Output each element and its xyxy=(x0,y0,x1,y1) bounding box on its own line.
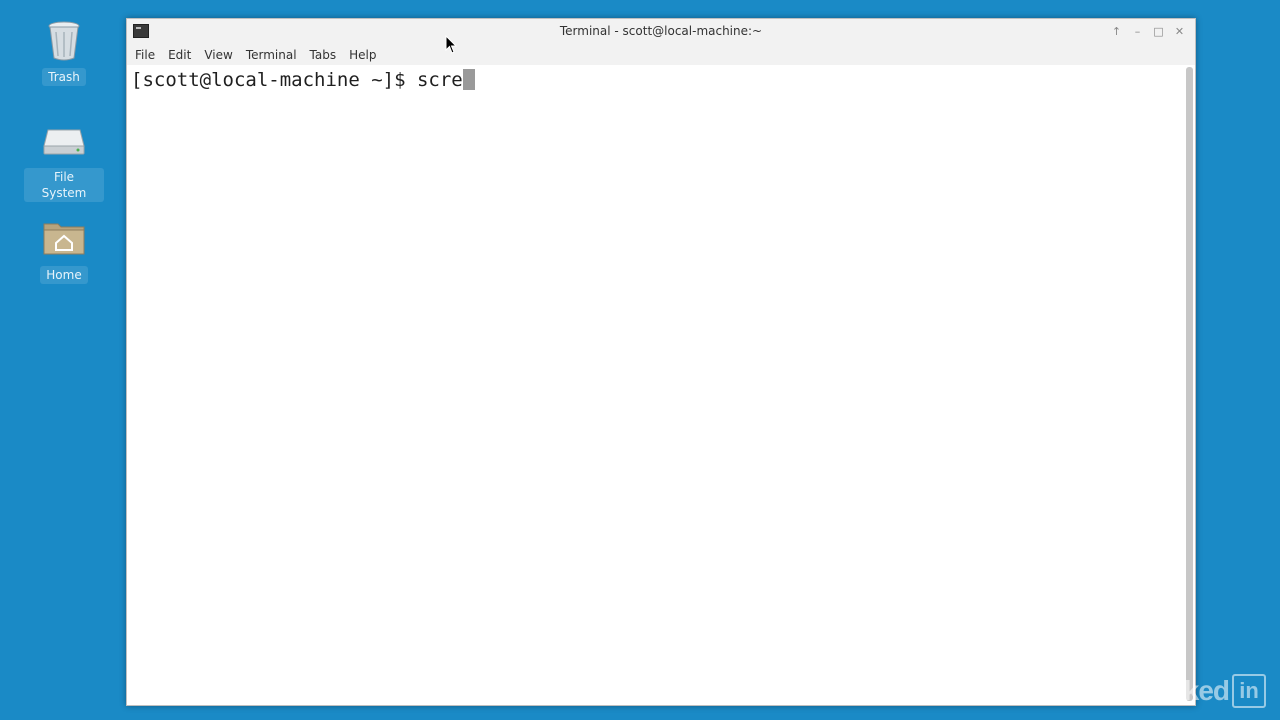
command-input: scre xyxy=(416,69,463,91)
window-controls: ↑ – □ ✕ xyxy=(1107,23,1189,41)
drive-icon xyxy=(42,118,86,162)
home-folder-icon xyxy=(42,216,86,260)
trash-icon xyxy=(42,18,86,62)
scrollbar[interactable] xyxy=(1186,67,1193,701)
menu-file[interactable]: File xyxy=(129,48,161,62)
desktop-icon-home[interactable]: Home xyxy=(24,216,104,284)
desktop: Trash File System Home Terminal - scott@… xyxy=(0,0,1280,720)
watermark-box: in xyxy=(1232,674,1266,708)
terminal-area[interactable]: [scott@local-machine ~]$ scre xyxy=(127,65,1183,705)
window-titlebar[interactable]: Terminal - scott@local-machine:~ ↑ – □ ✕ xyxy=(127,19,1195,46)
menu-view[interactable]: View xyxy=(198,48,238,62)
desktop-icon-label: File System xyxy=(24,168,104,202)
menu-help[interactable]: Help xyxy=(343,48,382,62)
window-title: Terminal - scott@local-machine:~ xyxy=(559,24,763,38)
desktop-icon-label: Trash xyxy=(42,68,86,86)
menu-tabs[interactable]: Tabs xyxy=(304,48,343,62)
desktop-icon-trash[interactable]: Trash xyxy=(24,18,104,86)
close-button[interactable]: ✕ xyxy=(1170,23,1189,41)
watermark-text: Linked xyxy=(1144,675,1230,706)
terminal-window: Terminal - scott@local-machine:~ ↑ – □ ✕… xyxy=(126,18,1196,706)
linkedin-watermark: Linked in xyxy=(1145,674,1266,708)
desktop-icon-file-system[interactable]: File System xyxy=(24,118,104,202)
desktop-icon-label: Home xyxy=(40,266,88,284)
text-cursor xyxy=(462,69,475,90)
shell-prompt: [scott@local-machine ~]$ xyxy=(131,69,417,91)
menu-terminal[interactable]: Terminal xyxy=(240,48,303,62)
minimize-button[interactable]: – xyxy=(1128,23,1147,41)
keep-above-button[interactable]: ↑ xyxy=(1107,23,1126,41)
menu-bar: File Edit View Terminal Tabs Help xyxy=(127,45,1195,65)
menu-edit[interactable]: Edit xyxy=(162,48,197,62)
mouse-pointer-icon xyxy=(445,35,458,54)
maximize-button[interactable]: □ xyxy=(1149,23,1168,41)
terminal-line: [scott@local-machine ~]$ scre xyxy=(131,69,475,91)
